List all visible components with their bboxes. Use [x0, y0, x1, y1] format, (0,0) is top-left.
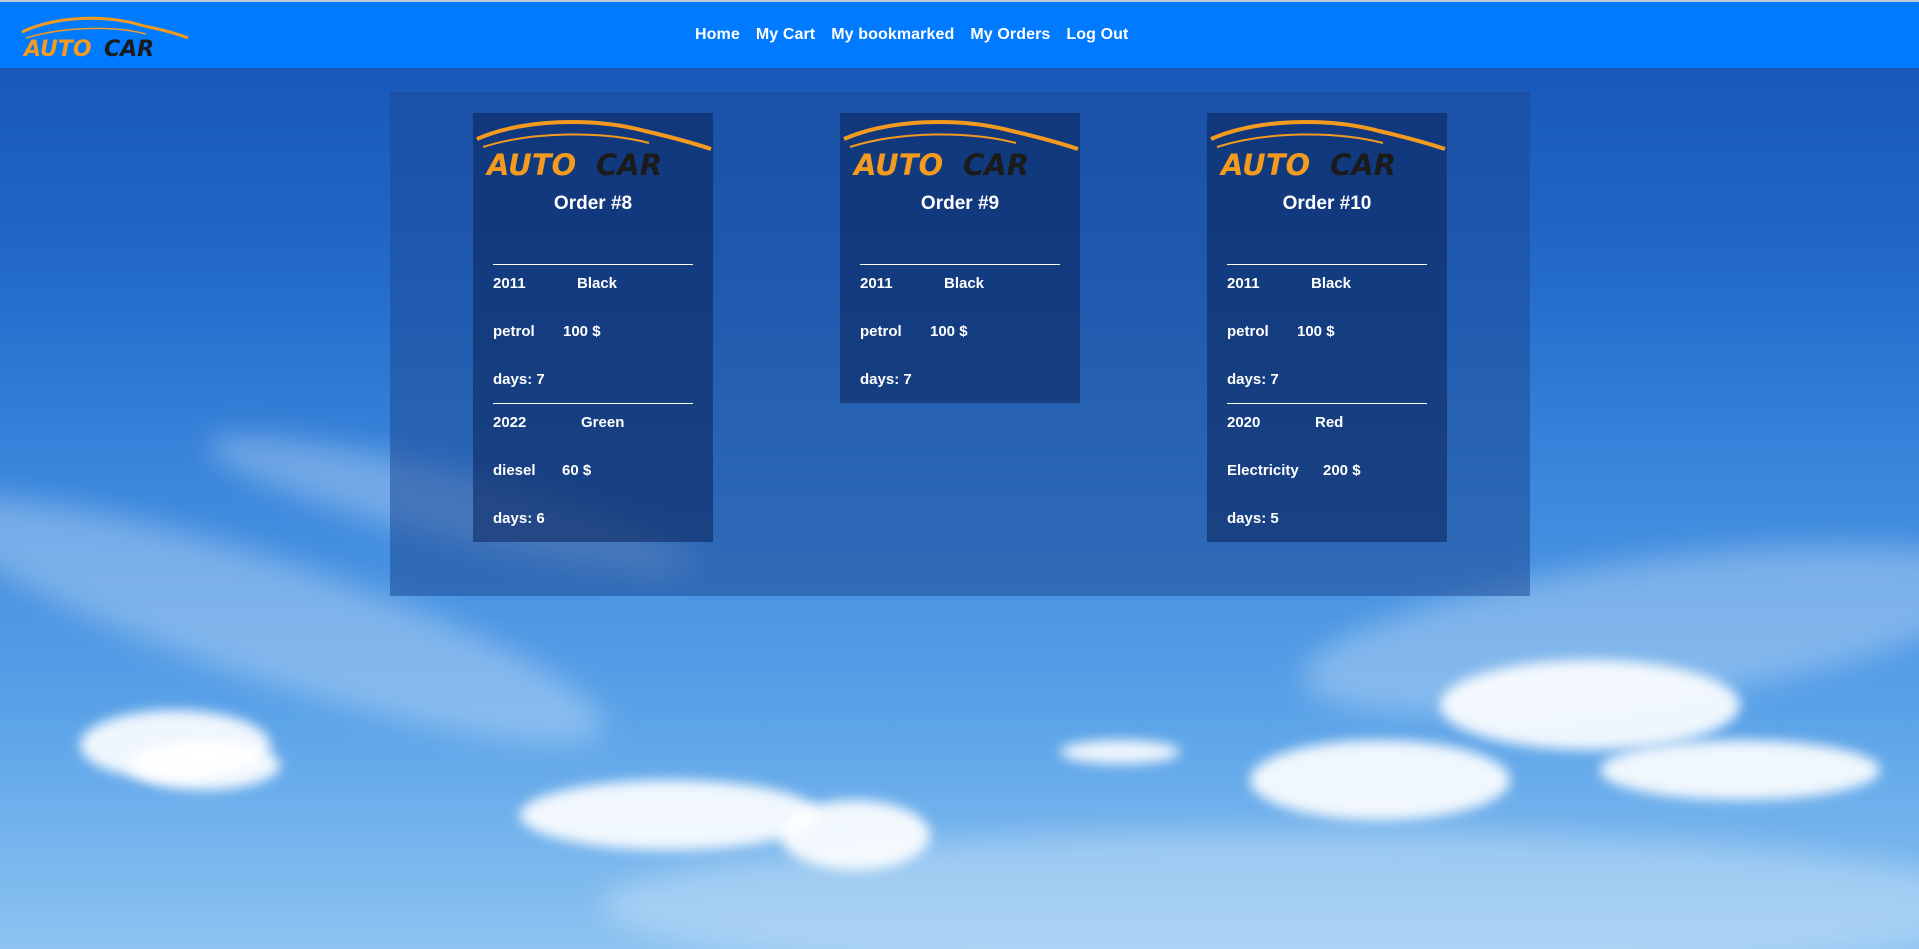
item-fuel: petrol — [1227, 323, 1269, 340]
autocar-logo: AUTO CAR — [843, 119, 1079, 179]
order-item: 2011 Black petrol 100 $ days: 7 — [1227, 264, 1427, 403]
item-days: days: 6 — [493, 510, 545, 527]
order-title: Order #8 — [553, 193, 633, 214]
order-item: 2011 Black petrol 100 $ days: 7 — [860, 264, 1060, 403]
navbar: AUTO CAR Home My Cart My bookmarked My O… — [0, 0, 1919, 68]
item-price: 100 $ — [1297, 323, 1335, 340]
nav-my-cart[interactable]: My Cart — [756, 26, 815, 44]
item-price: 200 $ — [1323, 462, 1361, 479]
main-nav: Home My Cart My bookmarked My Orders Log… — [695, 26, 1128, 44]
item-price: 100 $ — [930, 323, 968, 340]
item-fuel: diesel — [493, 462, 536, 479]
item-color: Black — [577, 275, 618, 292]
item-year: 2011 — [1227, 275, 1260, 292]
nav-home[interactable]: Home — [695, 26, 740, 44]
item-color: Green — [581, 414, 625, 431]
autocar-logo: AUTO CAR — [476, 119, 712, 179]
svg-text:AUTO: AUTO — [852, 148, 943, 179]
item-days: days: 5 — [1227, 510, 1279, 527]
svg-text:AUTO: AUTO — [485, 148, 576, 179]
order-card: AUTO CAR Order #8 2011 Black petrol 100 $ … — [473, 113, 713, 542]
order-title: Order #10 — [1282, 193, 1372, 214]
order-card: AUTO CAR Order #9 2011 Black petrol 100 $ … — [840, 113, 1080, 403]
item-fuel: Electricity — [1227, 462, 1299, 479]
order-item: 2011 Black petrol 100 $ days: 7 — [493, 264, 693, 403]
item-price: 60 $ — [562, 462, 592, 479]
svg-text:CAR: CAR — [1330, 148, 1396, 179]
nav-my-orders[interactable]: My Orders — [970, 26, 1050, 44]
item-color: Black — [1311, 275, 1352, 292]
item-year: 2022 — [493, 414, 527, 431]
order-title: Order #9 — [920, 193, 1000, 214]
svg-text:AUTO: AUTO — [1219, 148, 1310, 179]
nav-log-out[interactable]: Log Out — [1066, 26, 1128, 44]
autocar-logo: AUTO CAR — [1210, 119, 1446, 179]
item-color: Red — [1315, 414, 1344, 431]
item-fuel: petrol — [860, 323, 902, 340]
item-year: 2020 — [1227, 414, 1261, 431]
svg-text:CAR: CAR — [963, 148, 1029, 179]
nav-my-bookmarked[interactable]: My bookmarked — [831, 26, 954, 44]
item-fuel: petrol — [493, 323, 535, 340]
item-days: days: 7 — [860, 371, 912, 388]
item-price: 100 $ — [563, 323, 601, 340]
item-days: days: 7 — [493, 371, 545, 388]
item-year: 2011 — [493, 275, 526, 292]
logo-text-auto: AUTO — [22, 37, 92, 60]
order-item: 2022 Green diesel 60 $ days: 6 — [493, 403, 693, 542]
order-card: AUTO CAR Order #10 2011 Black petrol 100 $… — [1207, 113, 1447, 542]
item-color: Black — [944, 275, 985, 292]
order-item: 2020 Red Electricity 200 $ days: 5 — [1227, 403, 1427, 542]
item-days: days: 7 — [1227, 371, 1279, 388]
item-year: 2011 — [860, 275, 893, 292]
logo-text-car: CAR — [104, 37, 154, 60]
autocar-logo[interactable]: AUTO CAR — [16, 12, 192, 60]
svg-text:CAR: CAR — [596, 148, 662, 179]
